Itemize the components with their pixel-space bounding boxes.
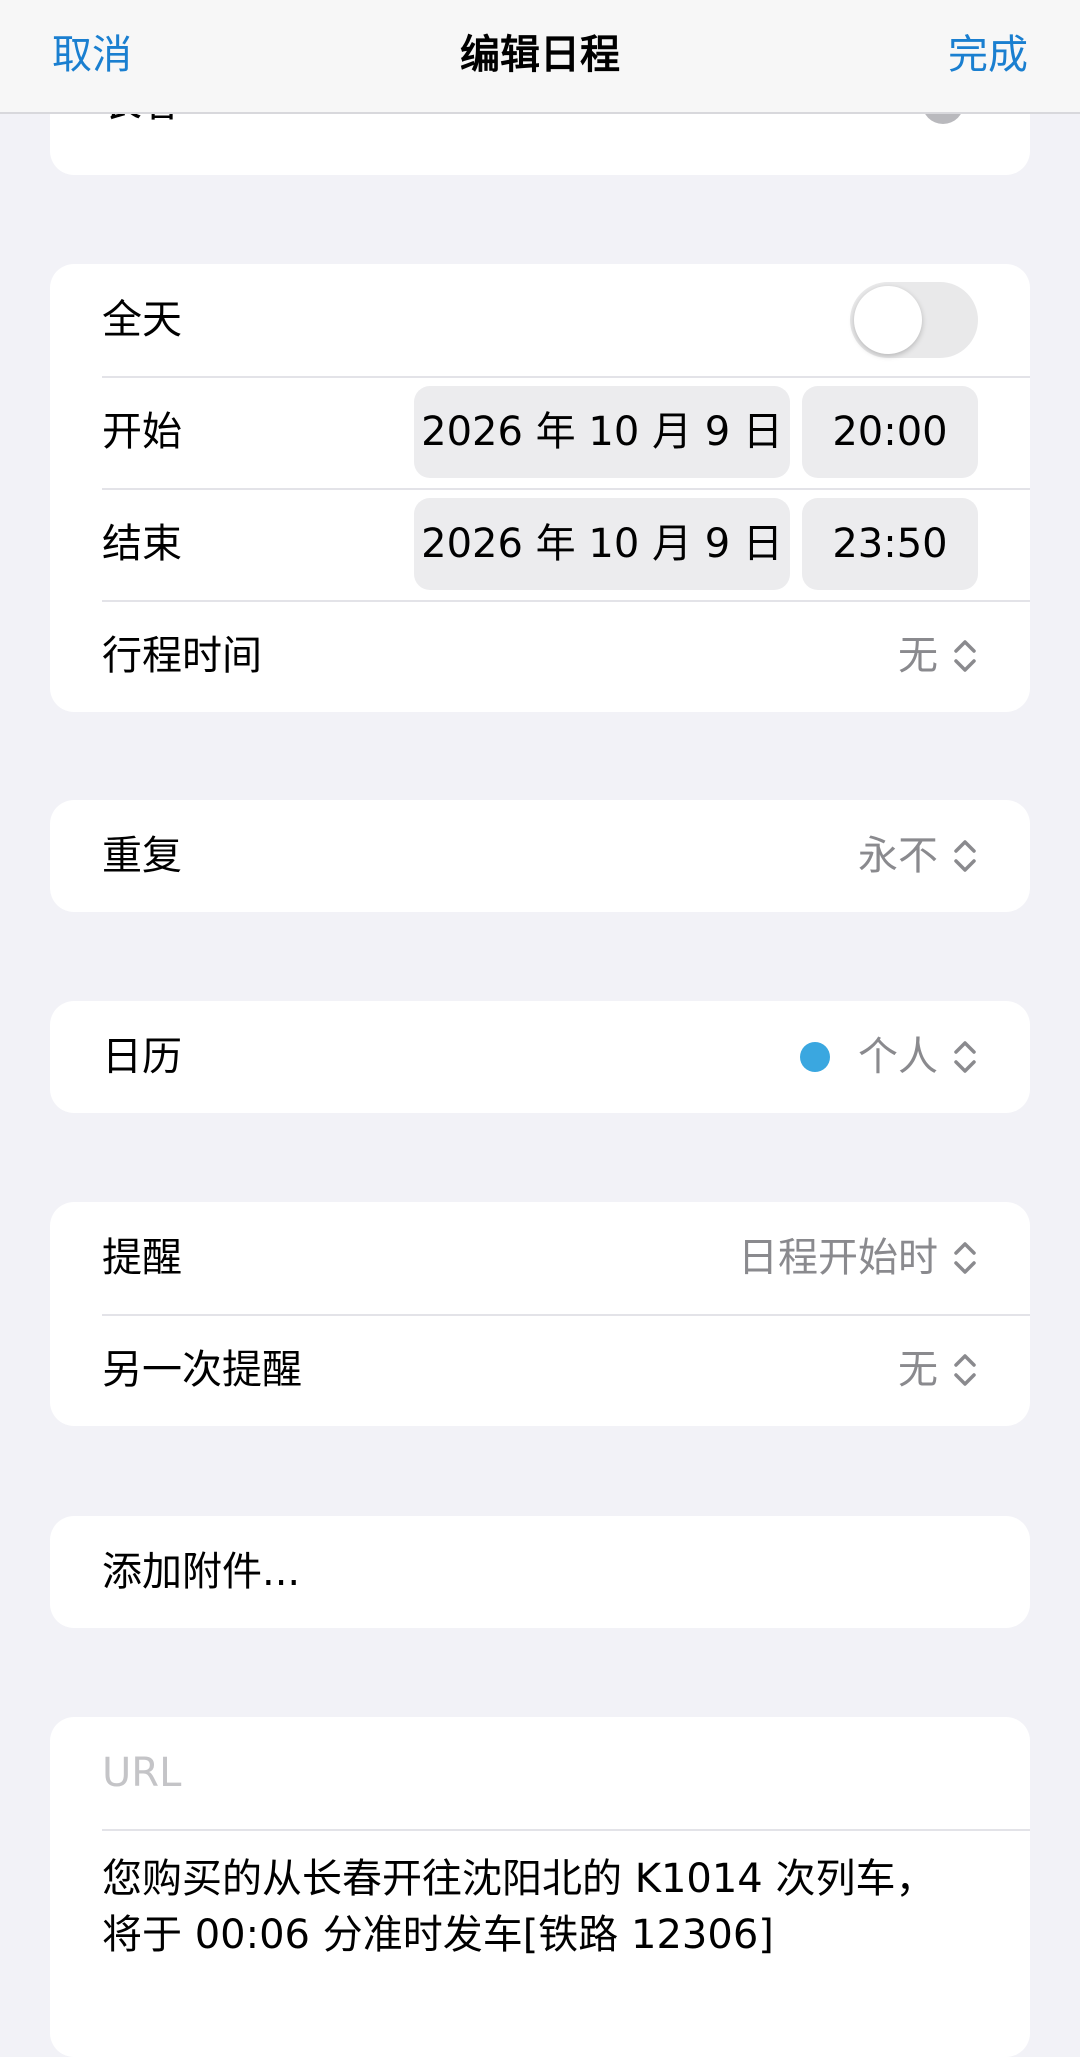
calendar-value: 个人	[800, 1032, 978, 1082]
repeat-group: 重复 永不	[50, 800, 1030, 912]
second-alert-value: 无	[898, 1345, 978, 1395]
second-alert-value-text: 无	[898, 1347, 938, 1393]
start-date-button[interactable]: 2026 年 10 月 9 日	[414, 386, 790, 478]
done-button[interactable]: 完成	[948, 30, 1028, 80]
end-label: 结束	[102, 521, 182, 567]
notes-textarea[interactable]: 您购买的从长春开往沈阳北的 K1014 次列车， 将于 00:06 分准时发车[…	[102, 1851, 978, 1963]
add-attachment-row[interactable]: 添加附件...	[50, 1516, 1030, 1628]
navigation-bar: 取消 编辑日程 完成	[0, 0, 1080, 114]
alert-row[interactable]: 提醒 日程开始时	[50, 1202, 1030, 1314]
repeat-label: 重复	[102, 833, 182, 879]
start-row: 开始 2026 年 10 月 9 日 20:00	[50, 376, 1030, 488]
second-alert-label: 另一次提醒	[102, 1347, 302, 1393]
chevron-up-down-icon	[952, 636, 978, 676]
alert-value-text: 日程开始时	[738, 1235, 938, 1281]
chevron-up-down-icon	[952, 1037, 978, 1077]
end-date-button[interactable]: 2026 年 10 月 9 日	[414, 498, 790, 590]
alert-value: 日程开始时	[738, 1233, 978, 1283]
chevron-up-down-icon	[952, 1238, 978, 1278]
calendar-value-text: 个人	[858, 1034, 938, 1080]
repeat-row[interactable]: 重复 永不	[50, 800, 1030, 912]
calendar-label: 日历	[102, 1034, 182, 1080]
all-day-row: 全天	[50, 264, 1030, 376]
chevron-up-down-icon	[952, 836, 978, 876]
chevron-up-down-icon	[952, 1350, 978, 1390]
add-attachment-button[interactable]: 添加附件...	[102, 1547, 300, 1597]
time-group: 全天 开始 2026 年 10 月 9 日 20:00 结束 2026 年 10…	[50, 264, 1030, 712]
repeat-value-text: 永不	[858, 833, 938, 879]
page-title: 编辑日程	[460, 32, 620, 78]
all-day-toggle[interactable]	[850, 282, 978, 358]
url-row[interactable]: URL	[50, 1717, 1030, 1829]
notes-row[interactable]: 您购买的从长春开往沈阳北的 K1014 次列车， 将于 00:06 分准时发车[…	[50, 1829, 1030, 2057]
all-day-label: 全天	[102, 297, 182, 343]
calendar-row[interactable]: 日历 个人	[50, 1001, 1030, 1113]
url-input[interactable]: URL	[102, 1748, 181, 1798]
end-time-button[interactable]: 23:50	[802, 498, 978, 590]
alerts-group: 提醒 日程开始时 另一次提醒 无	[50, 1202, 1030, 1426]
repeat-value: 永不	[858, 831, 978, 881]
calendar-color-dot	[800, 1042, 830, 1072]
travel-time-value-text: 无	[898, 633, 938, 679]
toggle-knob	[854, 286, 922, 354]
start-time-button[interactable]: 20:00	[802, 386, 978, 478]
notes-line: 您购买的从长春开往沈阳北的 K1014 次列车，	[102, 1856, 936, 1902]
notes-line: 将于 00:06 分准时发车[铁路 12306]	[102, 1912, 774, 1958]
calendar-group: 日历 个人	[50, 1001, 1030, 1113]
travel-time-value: 无	[898, 631, 978, 681]
start-label: 开始	[102, 409, 182, 455]
url-notes-group: URL 您购买的从长春开往沈阳北的 K1014 次列车， 将于 00:06 分准…	[50, 1717, 1030, 2057]
alert-label: 提醒	[102, 1235, 182, 1281]
travel-time-row[interactable]: 行程时间 无	[50, 600, 1030, 712]
second-alert-row[interactable]: 另一次提醒 无	[50, 1314, 1030, 1426]
attachment-group: 添加附件...	[50, 1516, 1030, 1628]
travel-time-label: 行程时间	[102, 633, 262, 679]
end-row: 结束 2026 年 10 月 9 日 23:50	[50, 488, 1030, 600]
